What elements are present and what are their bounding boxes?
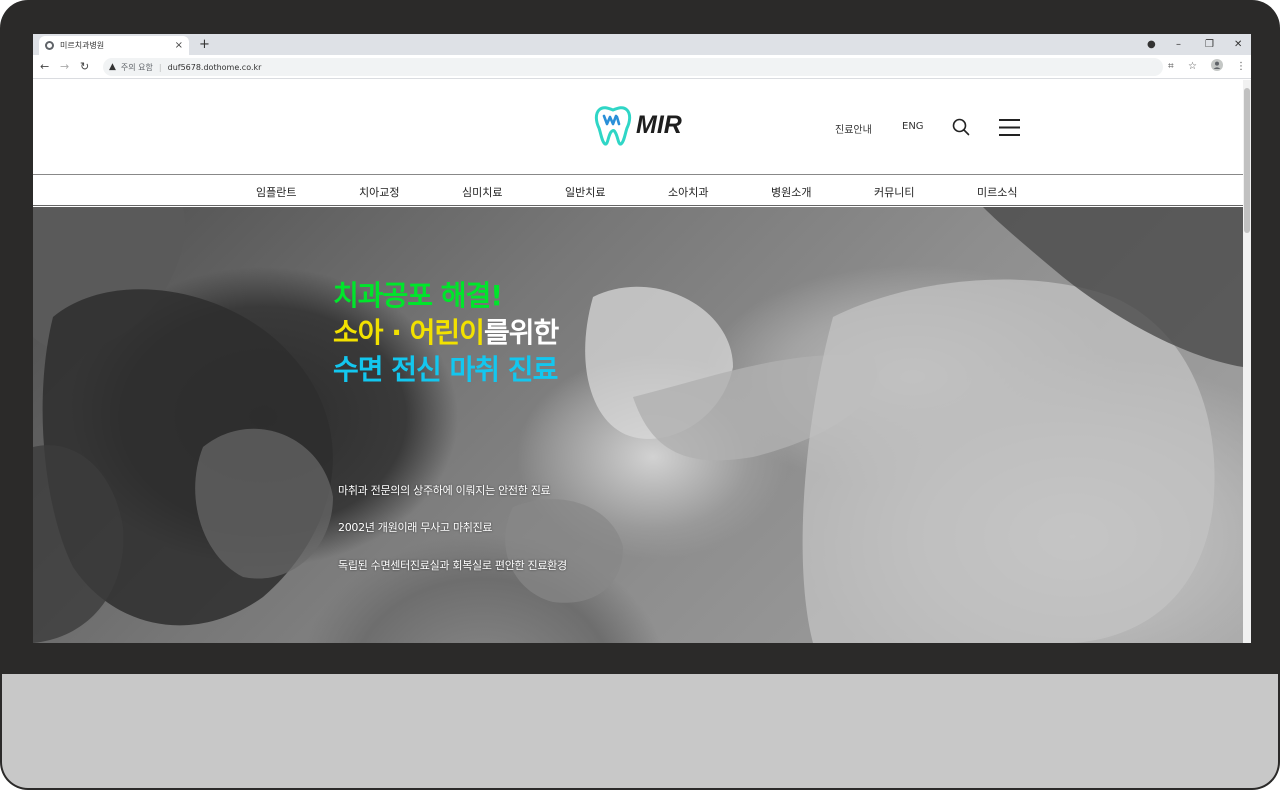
hero-headline-highlight: 소아 · 어린이 <box>333 316 485 349</box>
reload-button[interactable]: ↻ <box>80 59 89 75</box>
nav-item-pediatric[interactable]: 소아치과 <box>668 184 708 200</box>
forward-button[interactable]: → <box>60 59 69 75</box>
monitor-divider <box>0 672 1280 674</box>
record-icon[interactable]: ● <box>1147 36 1156 53</box>
hero-headline-rest: 를위한 <box>483 316 559 349</box>
warning-icon[interactable]: ▲ <box>109 62 116 72</box>
logo-text: MIR <box>636 110 682 139</box>
search-icon[interactable] <box>952 118 970 140</box>
url-separator: | <box>158 62 162 72</box>
nav-item-general[interactable]: 일반치료 <box>565 184 605 200</box>
tab-title: 미르치과병원 <box>60 41 105 50</box>
monitor-frame: 미르치과병원 × + ● – ❐ ✕ ← → ↻ ▲ 주의 요함 | duf56… <box>0 0 1280 790</box>
nav-item-about[interactable]: 병원소개 <box>771 184 811 200</box>
url-text[interactable]: duf5678.dothome.co.kr <box>168 63 262 72</box>
profile-icon[interactable] <box>1211 59 1223 77</box>
hero-photo <box>33 207 1243 643</box>
new-tab-button[interactable]: + <box>199 36 210 54</box>
nav-item-orthodontics[interactable]: 치아교정 <box>359 184 399 200</box>
hero-description-2: 2002년 개원이래 무사고 마취진료 <box>338 521 493 534</box>
kebab-menu-icon[interactable]: ⋮ <box>1236 59 1246 75</box>
eng-link[interactable]: ENG <box>902 121 924 132</box>
web-page: MIR 진료안내 ENG 임플란트 치아교정 심미치료 일반치료 소아치과 병원… <box>33 80 1243 643</box>
scrollbar-thumb[interactable] <box>1244 88 1250 233</box>
address-toolbar: ← → ↻ ▲ 주의 요함 | duf5678.dothome.co.kr ⌗ … <box>33 55 1251 79</box>
url-bar[interactable]: ▲ 주의 요함 | duf5678.dothome.co.kr <box>103 58 1163 76</box>
qr-code-icon[interactable]: ⌗ <box>1168 59 1174 75</box>
nav-item-community[interactable]: 커뮤니티 <box>874 184 914 200</box>
page-scrollbar[interactable] <box>1243 80 1251 643</box>
tab-close-button[interactable]: × <box>175 40 183 51</box>
hero-description-3: 독립된 수면센터진료실과 회복실로 편안한 진료환경 <box>338 559 567 572</box>
security-label[interactable]: 주의 요함 <box>121 62 153 73</box>
monitor-chin <box>0 672 1280 790</box>
hamburger-menu-icon[interactable] <box>999 119 1020 140</box>
hero-headline-line1: 치과공포 해결! <box>333 279 503 312</box>
nav-item-implant[interactable]: 임플란트 <box>256 184 296 200</box>
nav-item-aesthetic[interactable]: 심미치료 <box>462 184 502 200</box>
site-header: MIR 진료안내 ENG <box>33 80 1243 175</box>
hero-headline: 치과공포 해결! 소아 · 어린이를위한 수면 전신 마취 진료 <box>333 277 559 388</box>
hero-description-1: 마취과 전문의의 상주하에 이뤄지는 안전한 진료 <box>338 484 551 497</box>
close-window-button[interactable]: ✕ <box>1234 36 1242 53</box>
back-button[interactable]: ← <box>40 59 49 75</box>
hero-headline-line2: 소아 · 어린이를위한 <box>333 316 559 349</box>
tooth-logo-icon <box>594 106 632 146</box>
guide-link[interactable]: 진료안내 <box>835 121 872 136</box>
nav-item-news[interactable]: 미르소식 <box>977 184 1017 200</box>
tab-bar: 미르치과병원 × + ● – ❐ ✕ <box>33 34 1251 55</box>
browser-tab[interactable]: 미르치과병원 × <box>39 36 189 55</box>
main-navigation: 임플란트 치아교정 심미치료 일반치료 소아치과 병원소개 커뮤니티 미르소식 <box>33 175 1243 206</box>
site-logo[interactable]: MIR <box>593 104 682 146</box>
hero-banner: 치과공포 해결! 소아 · 어린이를위한 수면 전신 마취 진료 마취과 전문의… <box>33 207 1243 643</box>
hero-headline-line3: 수면 전신 마취 진료 <box>333 353 558 386</box>
star-icon[interactable]: ☆ <box>1188 59 1197 75</box>
restore-button[interactable]: ❐ <box>1205 36 1214 53</box>
globe-icon <box>45 41 54 50</box>
browser-window: 미르치과병원 × + ● – ❐ ✕ ← → ↻ ▲ 주의 요함 | duf56… <box>33 34 1251 643</box>
minimize-button[interactable]: – <box>1176 36 1181 53</box>
